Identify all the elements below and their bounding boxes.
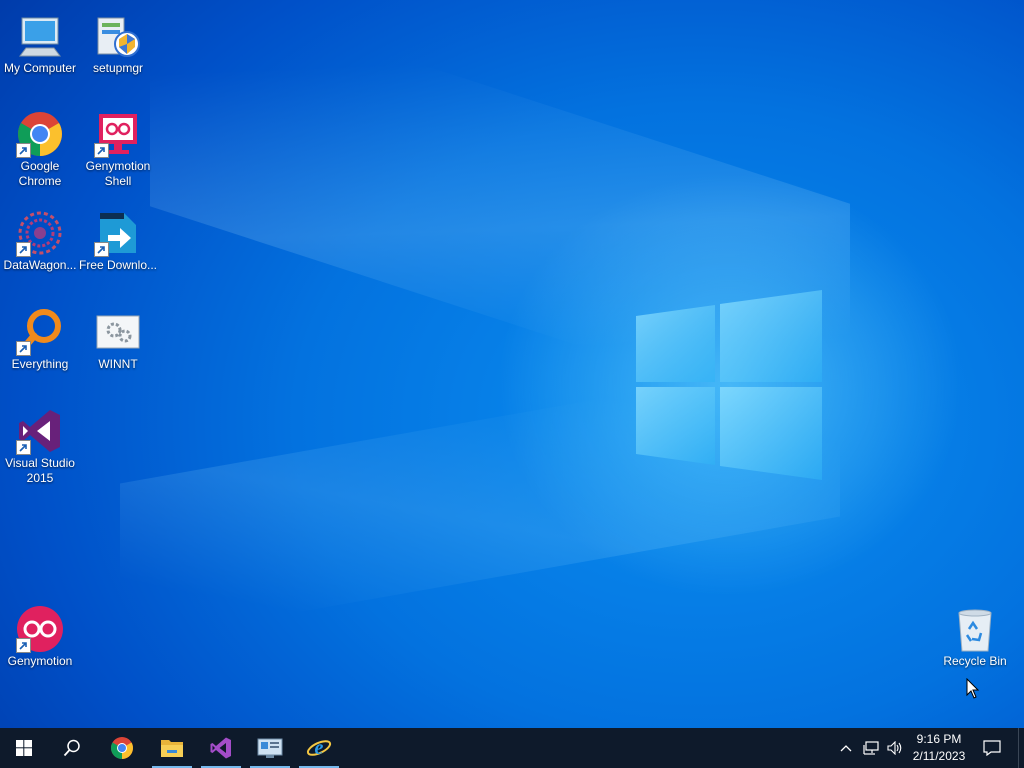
search-icon — [63, 739, 80, 757]
desktop-icon-datawagon[interactable]: DataWagon... — [0, 205, 80, 273]
icon-label: Google Chrome — [18, 159, 62, 188]
desktop-icon-recycle-bin[interactable]: Recycle Bin — [935, 601, 1015, 669]
action-center-button[interactable] — [978, 728, 1006, 768]
internet-explorer-icon: e — [306, 737, 332, 759]
notification-icon — [983, 740, 1001, 756]
clock-date: 2/11/2023 — [912, 749, 966, 763]
recycle-bin-icon — [958, 609, 992, 652]
desktop-icon-visual-studio-2015[interactable]: Visual Studio 2015 — [0, 403, 80, 486]
desktop-icon-genymotion[interactable]: Genymotion — [0, 601, 80, 669]
icon-label: My Computer — [3, 61, 77, 75]
show-hidden-icons-button[interactable] — [836, 728, 856, 768]
taskbar-clock[interactable]: 9:16 PM 2/11/2023 — [900, 728, 978, 768]
desktop-icon-winnt[interactable]: WINNT — [78, 304, 158, 372]
icon-label: Free Downlo... — [78, 258, 158, 272]
windows-start-icon — [16, 740, 32, 756]
icon-label: Genymotion — [7, 654, 73, 668]
desktop-icon-my-computer[interactable]: My Computer — [0, 8, 80, 76]
svg-text:e: e — [315, 737, 324, 759]
search-button[interactable] — [48, 728, 96, 768]
control-panel-icon — [257, 738, 283, 758]
clock-time: 9:16 PM — [916, 732, 962, 746]
chrome-icon — [111, 737, 133, 759]
taskbar-control-panel-button[interactable] — [246, 728, 294, 768]
file-explorer-icon — [161, 740, 183, 757]
icon-label: Visual Studio 2015 — [5, 456, 75, 485]
settings-file-icon — [96, 315, 140, 349]
desktop-icon-genymotion-shell[interactable]: Genymotion Shell — [78, 106, 158, 189]
icon-label: DataWagon... — [3, 258, 77, 272]
icon-label: setupmgr — [92, 61, 144, 75]
taskbar-internet-explorer-button[interactable]: e — [295, 728, 343, 768]
mouse-cursor-icon — [966, 678, 980, 699]
setup-installer-icon — [97, 17, 140, 57]
computer-icon — [19, 17, 61, 57]
icon-label: Genymotion Shell — [85, 159, 151, 188]
windows-wallpaper-logo — [636, 290, 822, 480]
shortcut-arrow-icon — [16, 638, 31, 653]
taskbar-visual-studio-button[interactable] — [197, 728, 245, 768]
shortcut-arrow-icon — [16, 143, 31, 158]
shortcut-arrow-icon — [94, 242, 109, 257]
icon-label: Everything — [11, 357, 69, 371]
shortcut-arrow-icon — [16, 440, 31, 455]
desktop-icon-everything[interactable]: Everything — [0, 304, 80, 372]
chevron-up-icon — [840, 745, 852, 752]
icon-label: WINNT — [98, 357, 138, 371]
network-tray-button[interactable] — [859, 728, 883, 768]
desktop-icon-free-download-manager[interactable]: Free Downlo... — [78, 205, 158, 273]
start-button[interactable] — [0, 728, 48, 768]
icon-label: Recycle Bin — [943, 654, 1007, 668]
shortcut-arrow-icon — [94, 143, 109, 158]
taskbar: e 9:16 PM 2/11/2023 — [0, 728, 1024, 768]
network-icon — [863, 741, 879, 755]
taskbar-chrome-button[interactable] — [98, 728, 146, 768]
desktop-icon-google-chrome[interactable]: Google Chrome — [0, 106, 80, 189]
desktop-icon-setupmgr[interactable]: setupmgr — [78, 8, 158, 76]
taskbar-file-explorer-button[interactable] — [148, 728, 196, 768]
shortcut-arrow-icon — [16, 242, 31, 257]
visual-studio-icon — [210, 737, 231, 759]
shortcut-arrow-icon — [16, 341, 31, 356]
show-desktop-button[interactable] — [1018, 728, 1024, 768]
